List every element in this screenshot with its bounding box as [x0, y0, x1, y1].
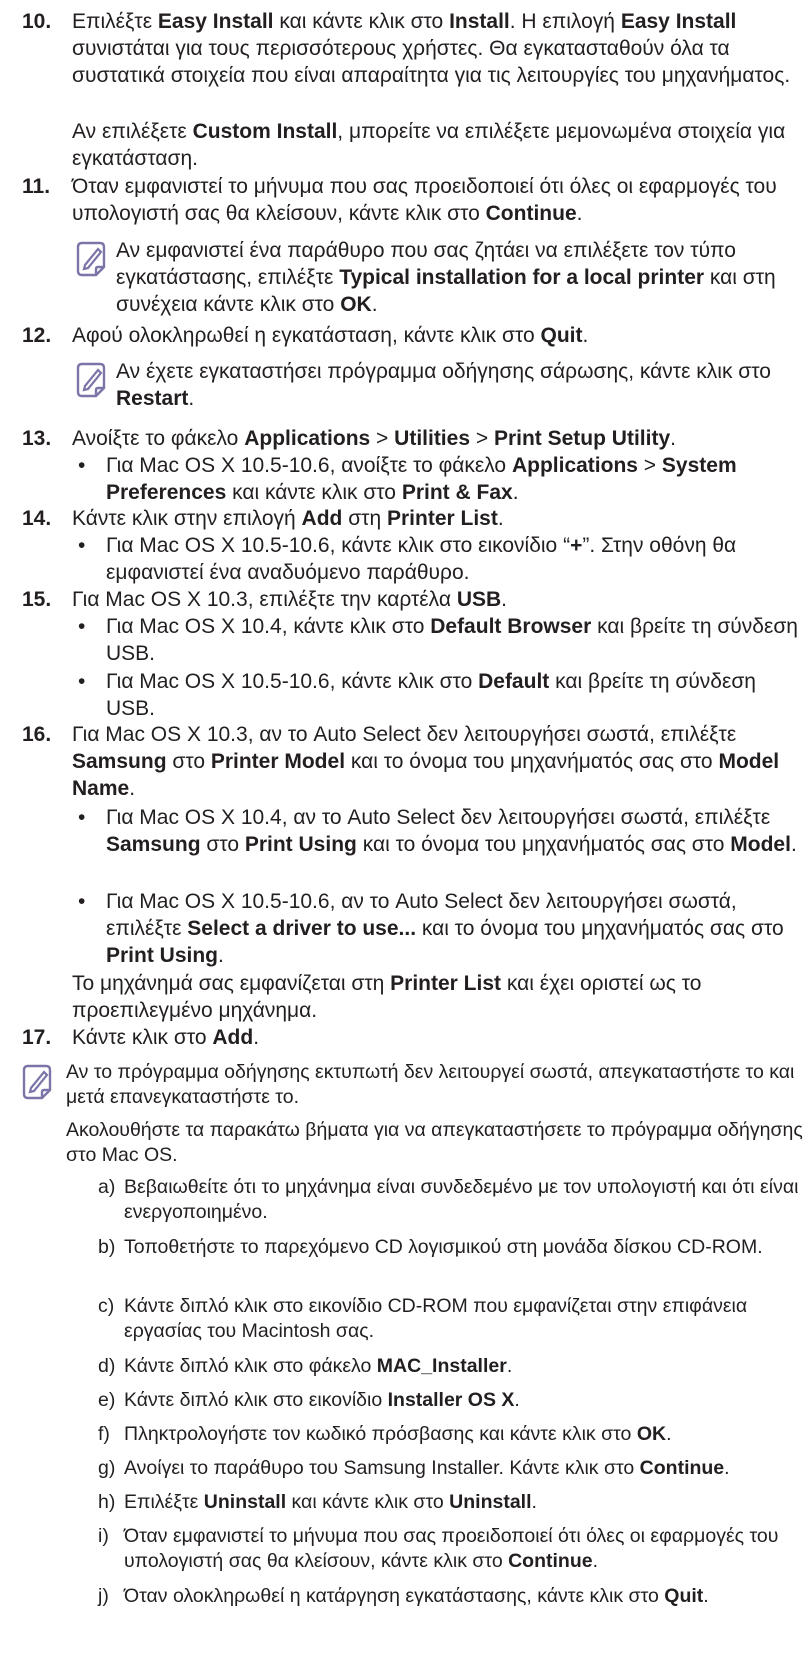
step-number: 14.: [22, 507, 52, 530]
step-text: Ανοίξτε το φάκελο Applications > Utiliti…: [72, 427, 676, 450]
bullet-dot: •: [78, 454, 86, 477]
bullet-dot: •: [78, 890, 86, 913]
bullet-dot: •: [78, 806, 86, 829]
bullet-text: Για Mac OS X 10.4, κάντε κλικ στο Defaul…: [106, 615, 798, 665]
bullet-text: Για Mac OS X 10.5-10.6, ανοίξτε το φάκελ…: [106, 454, 737, 504]
step-number: 16.: [22, 723, 52, 746]
step-number: 15.: [22, 588, 52, 611]
list-letter: g): [98, 1457, 116, 1479]
bullet-text: Για Mac OS X 10.5-10.6, αν το Auto Selec…: [106, 890, 784, 967]
step-text: Όταν εμφανιστεί το μήνυμα που σας προειδ…: [72, 175, 777, 225]
step-text: Επιλέξτε Easy Install και κάντε κλικ στο…: [72, 10, 791, 87]
step-number: 17.: [22, 1026, 52, 1049]
bullet-text: Για Mac OS X 10.5-10.6, κάντε κλικ στο D…: [106, 670, 756, 720]
list-letter: a): [98, 1176, 116, 1198]
list-letter: j): [98, 1585, 109, 1607]
step-text: Κάντε κλικ στο Add.: [72, 1026, 260, 1049]
step-number: 12.: [22, 324, 52, 347]
list-text: Πληκτρολογήστε τον κωδικό πρόσβασης και …: [124, 1423, 672, 1445]
note-pencil-icon: [22, 1064, 52, 1100]
list-text: Όταν εμφανιστεί το μήνυμα που σας προειδ…: [124, 1525, 779, 1572]
bullet-text: Για Mac OS X 10.5-10.6, κάντε κλικ στο ε…: [106, 534, 737, 584]
list-letter: b): [98, 1236, 116, 1258]
list-text: Επιλέξτε Uninstall και κάντε κλικ στο Un…: [124, 1491, 537, 1513]
list-text: Τοποθετήστε το παρεχόμενο CD λογισμικού …: [124, 1236, 763, 1258]
bullet-text: Για Mac OS X 10.4, αν το Auto Select δεν…: [106, 806, 797, 856]
list-letter: c): [98, 1295, 115, 1317]
bullet-dot: •: [78, 615, 86, 638]
list-letter: d): [98, 1355, 116, 1377]
note-paragraph: Ακολουθήστε τα παρακάτω βήματα για να απ…: [66, 1119, 803, 1166]
list-text: Κάντε διπλό κλικ στο φάκελο MAC_Installe…: [124, 1355, 513, 1377]
list-text: Κάντε διπλό κλικ στο εικονίδιο CD-ROM πο…: [124, 1295, 748, 1342]
note-paragraph: Αν το πρόγραμμα οδήγησης εκτυπωτή δεν λε…: [66, 1061, 795, 1108]
step-text: Κάντε κλικ στην επιλογή Add στη Printer …: [72, 507, 504, 530]
list-letter: e): [98, 1389, 116, 1411]
step-text: Για Mac OS X 10.3, αν το Auto Select δεν…: [72, 723, 780, 800]
list-text: Κάντε διπλό κλικ στο εικονίδιο Installer…: [124, 1389, 520, 1411]
note-pencil-icon: [76, 362, 106, 398]
bullet-dot: •: [78, 534, 86, 557]
list-text: Ανοίγει το παράθυρο του Samsung Installe…: [124, 1457, 730, 1479]
step-paragraph: Αν επιλέξετε Custom Install, μπορείτε να…: [72, 120, 786, 170]
step-number: 11.: [22, 175, 51, 198]
note-text: Αν έχετε εγκαταστήσει πρόγραμμα οδήγησης…: [116, 360, 771, 410]
list-letter: i): [98, 1525, 109, 1547]
step-paragraph: Το μηχάνημά σας εμφανίζεται στη Printer …: [72, 972, 702, 1022]
list-letter: h): [98, 1491, 116, 1513]
bullet-dot: •: [78, 670, 86, 693]
list-letter: f): [98, 1423, 110, 1445]
note-text: Αν εμφανιστεί ένα παράθυρο που σας ζητάε…: [116, 239, 776, 316]
step-text: Αφού ολοκληρωθεί η εγκατάσταση, κάντε κλ…: [72, 324, 589, 347]
step-number: 13.: [22, 427, 52, 450]
note-pencil-icon: [76, 241, 106, 277]
step-number: 10.: [22, 10, 52, 33]
list-text: Όταν ολοκληρωθεί η κατάρ­γηση εγκατάστασ…: [124, 1585, 709, 1607]
step-text: Για Mac OS X 10.3, επιλέξτε την καρτέλα …: [72, 588, 507, 611]
list-text: Βεβαιωθείτε ότι το μηχάνημα είναι συνδεδ…: [124, 1176, 799, 1223]
